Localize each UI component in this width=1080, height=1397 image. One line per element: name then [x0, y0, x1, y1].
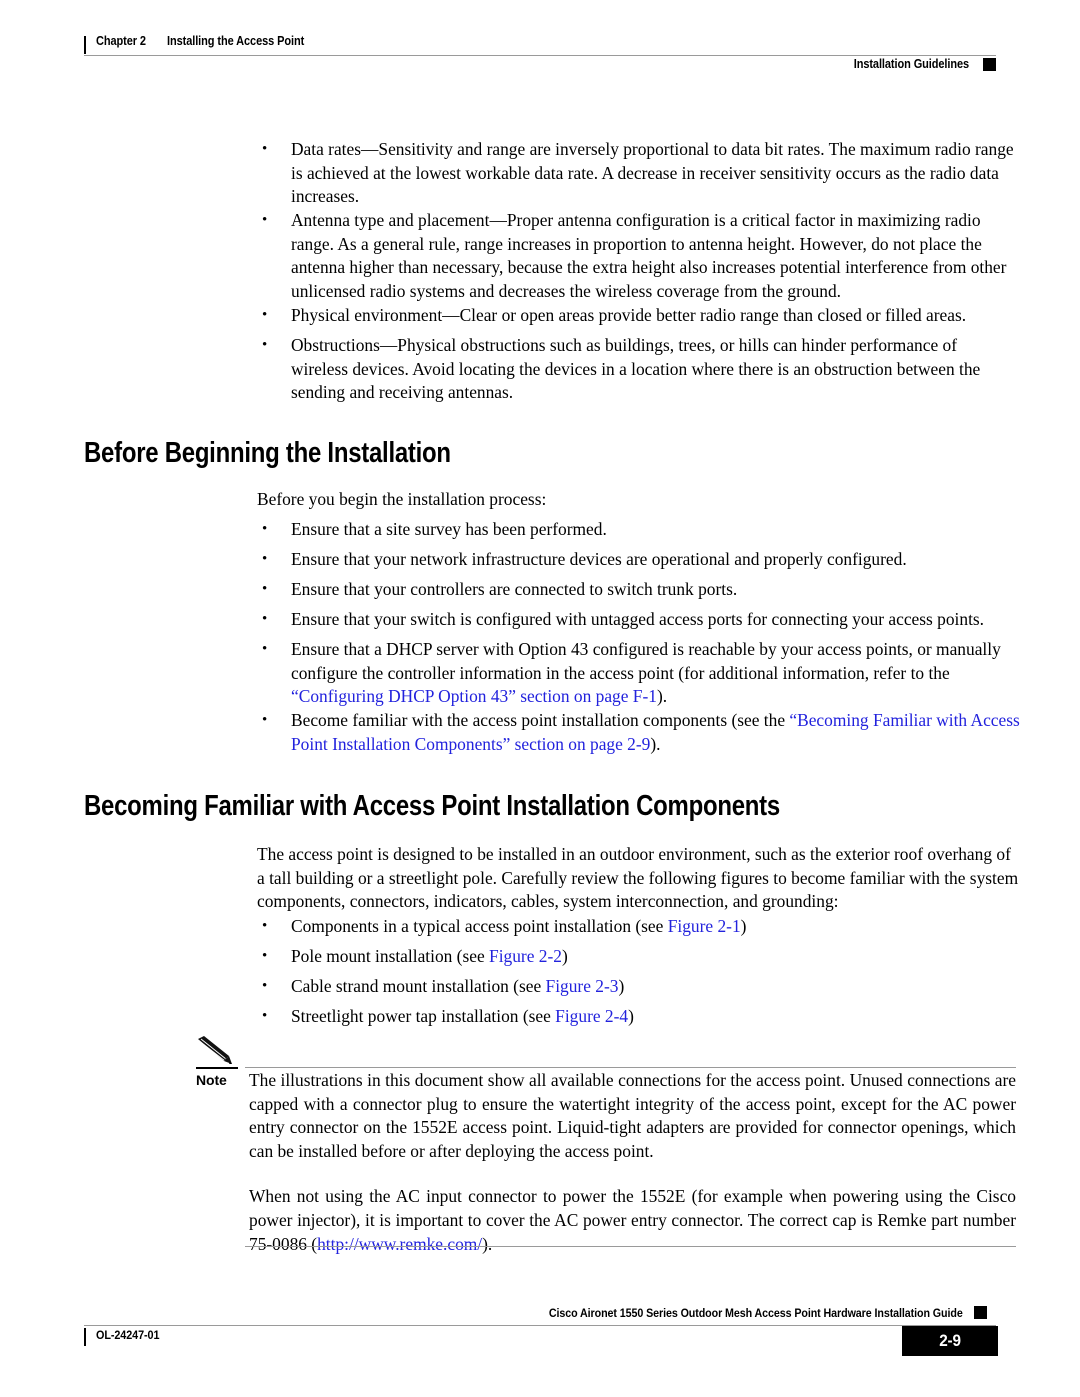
note-p2-post: ).: [482, 1233, 493, 1254]
list-item-text: Physical environment—Clear or open areas…: [291, 305, 967, 325]
bullet-marker: •: [262, 918, 268, 934]
header-section-group: Installation Guidelines: [838, 57, 996, 71]
figure-text-pre: Cable strand mount installation (see: [291, 976, 546, 996]
bullet-marker: •: [262, 551, 268, 567]
bullet-marker: •: [262, 307, 268, 323]
section-heading-becoming-familiar: Becoming Familiar with Access Point Inst…: [84, 790, 780, 822]
list-item: • Data rates—Sensitivity and range are i…: [262, 138, 1017, 209]
header-divider: [84, 55, 996, 56]
list-item-text: Streetlight power tap installation (see …: [291, 1005, 1017, 1029]
footer-square-marker: [974, 1306, 987, 1319]
bullet-marker: •: [262, 581, 268, 597]
section-heading-before-beginning: Before Beginning the Installation: [84, 437, 451, 469]
list-item-text: Become familiar with the access point in…: [291, 709, 1024, 756]
footer-tick-mark: [84, 1328, 86, 1346]
document-page: Chapter 2 Installing the Access Point In…: [0, 0, 1080, 1397]
figure-text-post: ): [628, 1006, 634, 1026]
figure-text-post: ): [618, 976, 625, 996]
list-item: • Ensure that your switch is configured …: [262, 608, 1020, 632]
list-item-figure: • Components in a typical access point i…: [262, 915, 1017, 939]
bullet-marker: •: [262, 641, 268, 657]
link-figure-2-1[interactable]: Figure 2-1: [668, 916, 741, 936]
page-number: 2-9: [939, 1331, 961, 1350]
note-label: Note: [196, 1072, 227, 1088]
bullet-marker: •: [262, 212, 268, 228]
becoming-familiar-intro: The access point is designed to be insta…: [257, 844, 1019, 912]
header-square-marker: [983, 57, 996, 71]
pencil-icon: [196, 1036, 238, 1066]
figure-text-post: ): [740, 916, 747, 936]
dhcp-text-post: ).: [656, 686, 668, 707]
dhcp-text-pre: Ensure that a DHCP server with Option 43…: [291, 639, 1001, 683]
familiar-text-pre: Become familiar with the access point in…: [291, 710, 790, 730]
footer-divider: [84, 1325, 996, 1326]
link-configuring-dhcp-option-43[interactable]: “Configuring DHCP Option 43” section on …: [291, 686, 657, 706]
header-breadcrumb: Chapter 2 Installing the Access Point: [84, 34, 323, 48]
page-number-box: 2-9: [902, 1326, 998, 1356]
note-body: The illustrations in this document show …: [249, 1069, 1016, 1256]
list-item-text: Pole mount installation (see Figure 2-2): [291, 945, 1017, 969]
list-item-become-familiar: • Become familiar with the access point …: [262, 709, 1024, 756]
link-figure-2-2[interactable]: Figure 2-2: [489, 946, 562, 966]
footer-guide-title: Cisco Aironet 1550 Series Outdoor Mesh A…: [549, 1306, 963, 1320]
note-icon-underline: [196, 1067, 238, 1069]
list-item-text: Ensure that a site survey has been perfo…: [291, 519, 607, 539]
footer-document-id: OL-24247-01: [96, 1328, 160, 1342]
list-item-text: Ensure that your network infrastructure …: [291, 549, 907, 569]
list-item-text: Obstructions—Physical obstructions such …: [291, 335, 981, 403]
bullet-marker: •: [262, 141, 268, 157]
list-item: • Ensure that a site survey has been per…: [262, 518, 1017, 542]
page-footer: Cisco Aironet 1550 Series Outdoor Mesh A…: [84, 1306, 998, 1362]
list-item-text: Data rates—Sensitivity and range are inv…: [291, 139, 1014, 207]
bullet-marker: •: [262, 521, 268, 537]
figure-text-post: ): [561, 946, 568, 966]
figure-text-pre: Pole mount installation (see: [291, 946, 490, 966]
list-item-text: Ensure that a DHCP server with Option 43…: [291, 638, 1017, 709]
header-section-title: Installation Guidelines: [853, 57, 969, 71]
list-item-figure: • Pole mount installation (see Figure 2-…: [262, 945, 1017, 969]
note-paragraph-1: The illustrations in this document show …: [249, 1070, 1016, 1161]
familiar-text-post: ).: [650, 733, 661, 754]
header-chapter-label: Chapter 2: [96, 34, 146, 48]
bullet-marker: •: [262, 611, 268, 627]
list-item: • Physical environment—Clear or open are…: [262, 304, 1017, 328]
before-beginning-intro: Before you begin the installation proces…: [257, 489, 547, 509]
list-item: • Ensure that your network infrastructur…: [262, 548, 1017, 572]
page-header: Chapter 2 Installing the Access Point In…: [84, 34, 996, 80]
list-item-figure: • Cable strand mount installation (see F…: [262, 975, 1017, 999]
list-item-text: Ensure that your switch is configured wi…: [291, 609, 985, 629]
bullet-marker: •: [262, 978, 268, 994]
link-figure-2-3[interactable]: Figure 2-3: [546, 976, 619, 996]
list-item-text: Components in a typical access point ins…: [291, 915, 1017, 939]
bullet-marker: •: [262, 948, 268, 964]
note-top-divider: [245, 1067, 1016, 1068]
list-item-text: Cable strand mount installation (see Fig…: [291, 975, 1017, 999]
link-remke-website[interactable]: http://www.remke.com/: [317, 1234, 482, 1254]
list-item-text: Antenna type and placement—Proper antenn…: [291, 210, 1007, 301]
bullet-marker: •: [262, 337, 268, 353]
list-item-figure: • Streetlight power tap installation (se…: [262, 1005, 1017, 1029]
list-item-text: Ensure that your controllers are connect…: [291, 579, 738, 599]
bullet-marker: •: [262, 712, 268, 728]
bullet-marker: •: [262, 1008, 268, 1024]
note-bottom-divider: [245, 1246, 1016, 1247]
list-item: • Antenna type and placement—Proper ante…: [262, 209, 1017, 303]
list-item: • Obstructions—Physical obstructions suc…: [262, 334, 1017, 405]
figure-text-pre: Streetlight power tap installation (see: [291, 1006, 556, 1026]
link-figure-2-4[interactable]: Figure 2-4: [555, 1006, 628, 1026]
header-chapter-title: Installing the Access Point: [166, 34, 304, 48]
list-item: • Ensure that your controllers are conne…: [262, 578, 1017, 602]
list-item-dhcp: • Ensure that a DHCP server with Option …: [262, 638, 1017, 709]
figure-text-pre: Components in a typical access point ins…: [291, 916, 668, 936]
